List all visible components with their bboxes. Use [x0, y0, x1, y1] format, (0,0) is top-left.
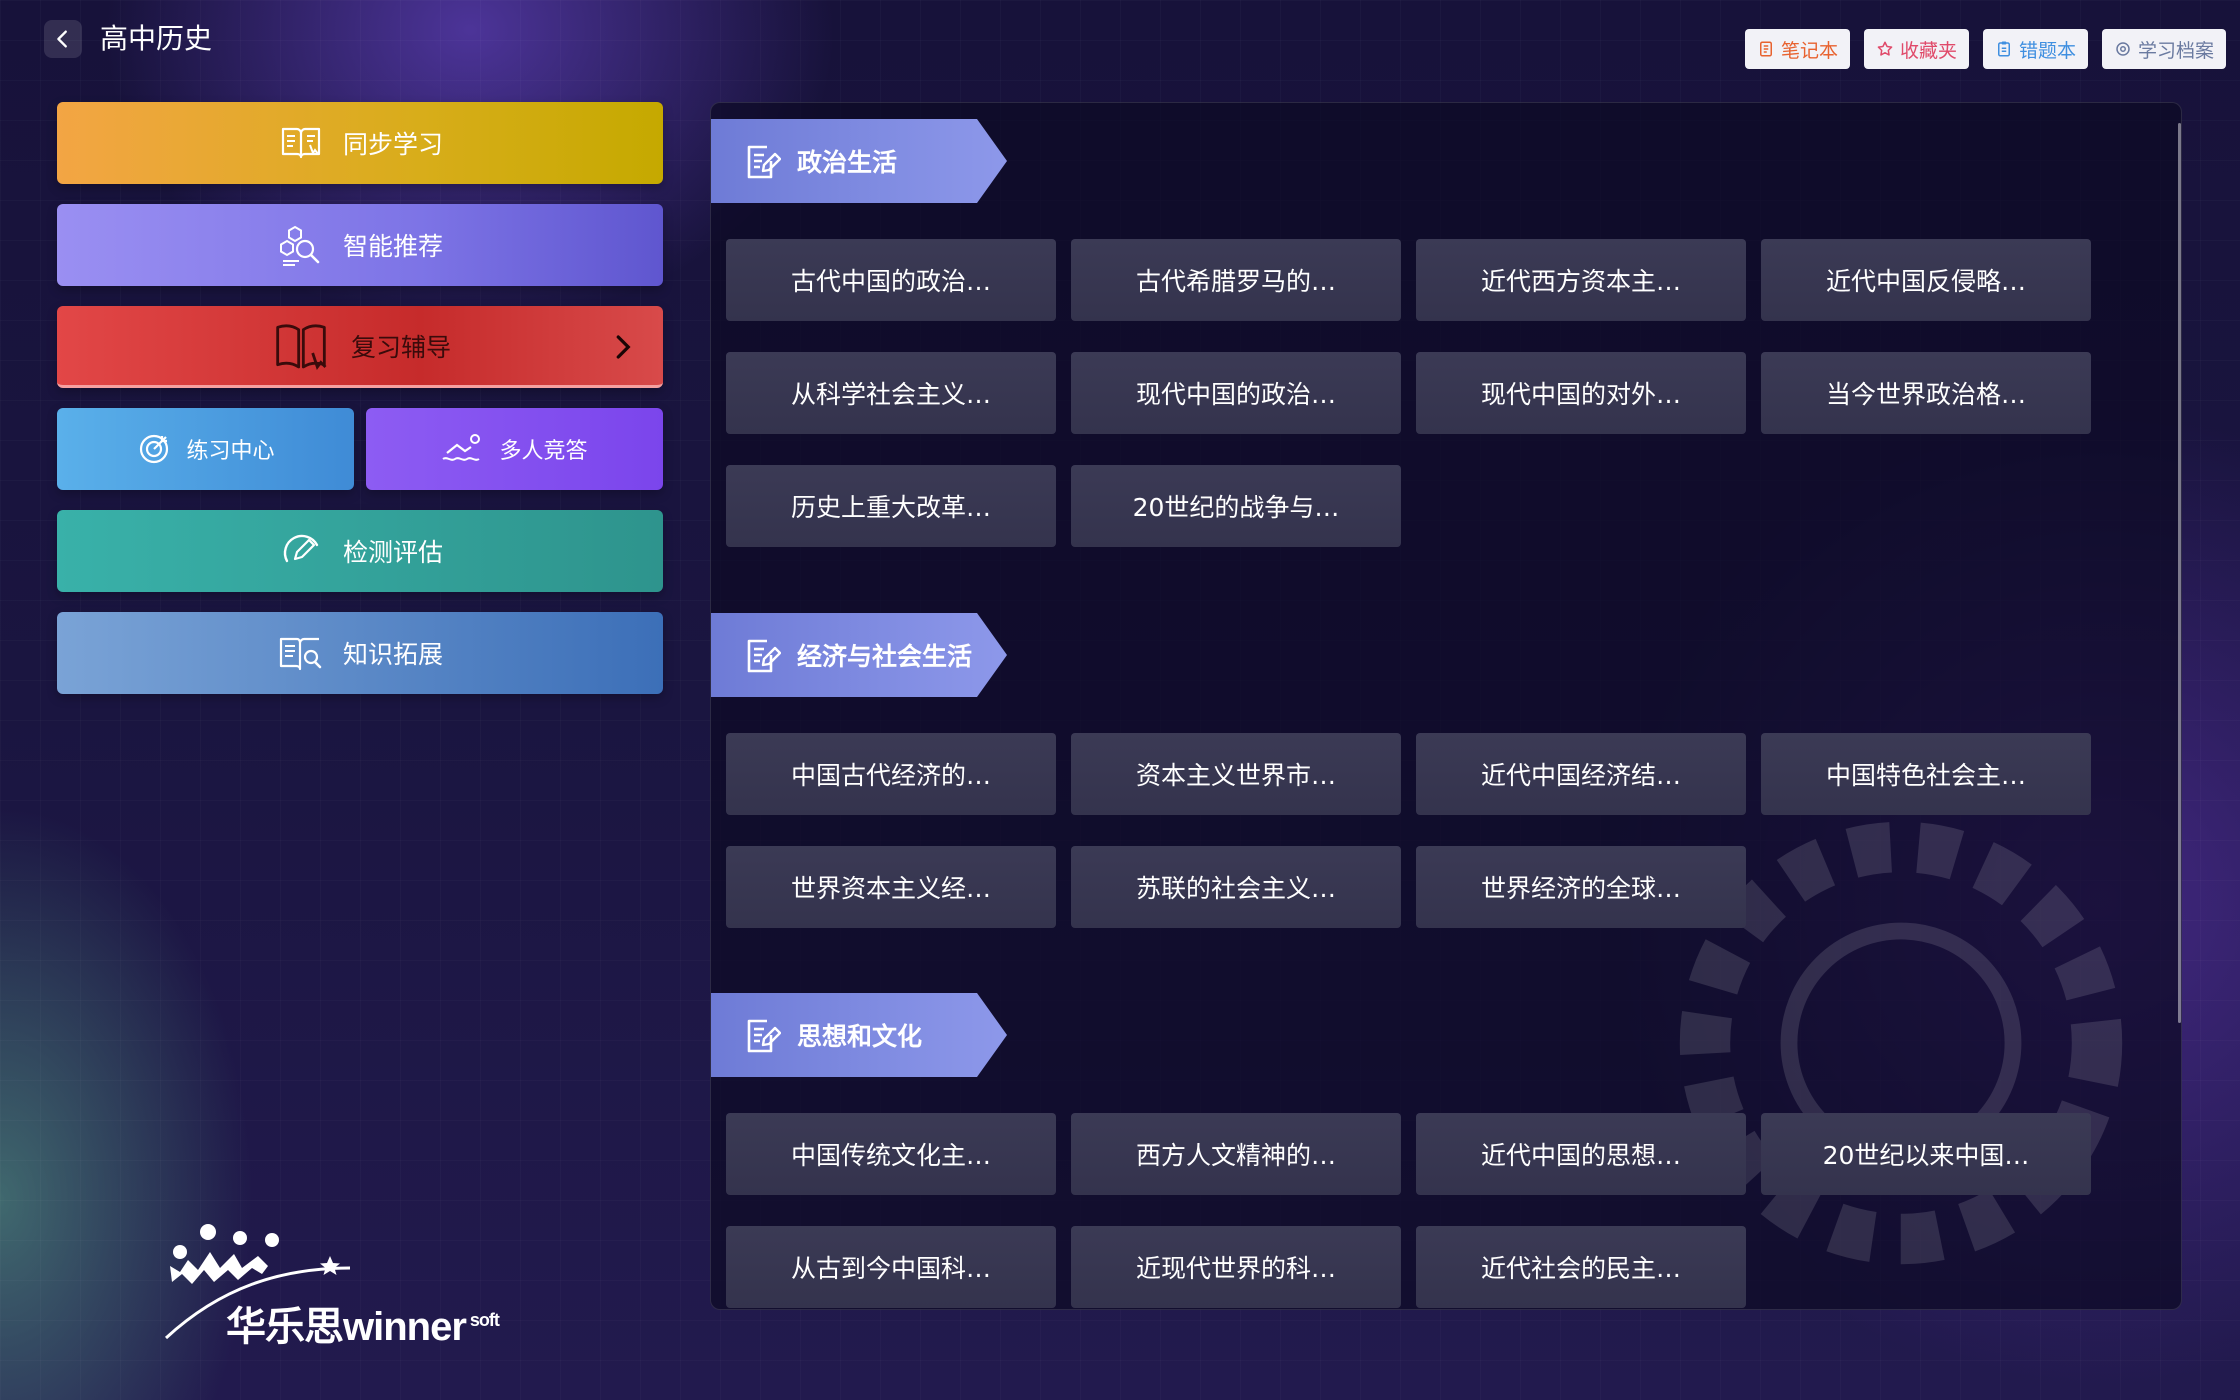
learning-record-label: 学习档案: [2137, 39, 2214, 62]
topic-card[interactable]: 20世纪的战争与…: [1071, 465, 1401, 547]
topic-card[interactable]: 资本主义世界市…: [1071, 733, 1401, 815]
top-toolbar: 笔记本 收藏夹 错题本 学习档案: [1744, 29, 2226, 69]
topic-card[interactable]: 中国古代经济的…: [726, 733, 1056, 815]
section-culture: 思想和文化 中国传统文化主… 西方人文精神的… 近代中国的思想… 20世纪以来中…: [711, 993, 2181, 1308]
menu-split-row: 练习中心 多人竞答: [57, 408, 663, 490]
smart-recommend-label: 智能推荐: [342, 232, 443, 261]
topic-grid: 中国古代经济的… 资本主义世界市… 近代中国经济结… 中国特色社会主… 世界资本…: [726, 733, 2181, 928]
book-search-icon: [279, 637, 322, 671]
section-economy: 经济与社会生活 中国古代经济的… 资本主义世界市… 近代中国经济结… 中国特色社…: [711, 613, 2181, 928]
logo-brand: winner: [343, 1305, 467, 1349]
topic-card[interactable]: 从科学社会主义…: [726, 352, 1056, 434]
record-icon: [2116, 42, 2130, 56]
topic-card[interactable]: 近代中国反侵略…: [1761, 239, 2091, 321]
topic-card[interactable]: 中国传统文化主…: [726, 1113, 1056, 1195]
section-title: 政治生活: [797, 148, 898, 177]
topic-card[interactable]: 苏联的社会主义…: [1071, 846, 1401, 928]
topic-card[interactable]: 现代中国的对外…: [1416, 352, 1746, 434]
pencil-circle-icon: [283, 534, 319, 563]
clipboard-icon: [1997, 41, 2010, 57]
topic-card[interactable]: 古代希腊罗马的…: [1071, 239, 1401, 321]
section-title: 思想和文化: [797, 1022, 923, 1051]
topic-card[interactable]: 20世纪以来中国…: [1761, 1113, 2091, 1195]
target-icon: [140, 434, 169, 464]
wrong-questions-label: 错题本: [2018, 39, 2076, 62]
brand-logo: 华乐思winner soft: [160, 1218, 540, 1349]
book-reading-icon: [281, 127, 321, 159]
edit-document-icon: [747, 1019, 781, 1053]
topic-card[interactable]: 世界资本主义经…: [726, 846, 1056, 928]
section-title: 经济与社会生活: [797, 642, 973, 671]
topic-card[interactable]: 世界经济的全球…: [1416, 846, 1746, 928]
favorites-label: 收藏夹: [1899, 39, 1957, 62]
assessment-label: 检测评估: [342, 538, 443, 567]
topic-card[interactable]: 从古到今中国科…: [726, 1226, 1056, 1308]
practice-center-label: 练习中心: [186, 439, 275, 464]
left-menu: 同步学习 智能推荐 复习辅导 练习中心 多人竞答 检测评估 知识拓展: [57, 102, 663, 714]
topic-card[interactable]: 历史上重大改革…: [726, 465, 1056, 547]
multi-player-label: 多人竞答: [499, 439, 588, 464]
notebook-label: 笔记本: [1780, 39, 1838, 62]
review-tutoring-button[interactable]: 复习辅导: [57, 306, 663, 388]
logo-wordmark: 华乐思winner soft: [226, 1294, 500, 1352]
star-icon: [1877, 41, 1893, 56]
sync-learning-button[interactable]: 同步学习: [57, 102, 663, 184]
topic-card[interactable]: 近代中国的思想…: [1416, 1113, 1746, 1195]
favorites-button[interactable]: 收藏夹: [1863, 29, 1969, 69]
edit-document-icon: [747, 145, 781, 179]
knowledge-expand-label: 知识拓展: [342, 640, 443, 669]
notebook-button[interactable]: 笔记本: [1744, 29, 1850, 69]
multi-player-button[interactable]: 多人竞答: [366, 408, 663, 490]
knowledge-expand-button[interactable]: 知识拓展: [57, 612, 663, 694]
topic-card[interactable]: 近现代世界的科…: [1071, 1226, 1401, 1308]
topic-card[interactable]: 中国特色社会主…: [1761, 733, 2091, 815]
logo-name: 华乐思: [226, 1305, 344, 1349]
course-content-panel: 政治生活 古代中国的政治… 古代希腊罗马的… 近代西方资本主… 近代中国反侵略……: [710, 102, 2182, 1310]
logo-soft: soft: [469, 1309, 500, 1330]
topic-card[interactable]: 近代中国经济结…: [1416, 733, 1746, 815]
section-header: 经济与社会生活: [711, 613, 1007, 697]
assessment-button[interactable]: 检测评估: [57, 510, 663, 592]
sync-learning-label: 同步学习: [342, 130, 443, 159]
open-book-icon: [276, 323, 327, 370]
topic-card[interactable]: 当今世界政治格…: [1761, 352, 2091, 434]
topic-grid: 古代中国的政治… 古代希腊罗马的… 近代西方资本主… 近代中国反侵略… 从科学社…: [726, 239, 2181, 547]
section-header: 思想和文化: [711, 993, 1007, 1077]
learning-record-button[interactable]: 学习档案: [2101, 29, 2226, 69]
topic-card[interactable]: 古代中国的政治…: [726, 239, 1056, 321]
topic-card[interactable]: 近代西方资本主…: [1416, 239, 1746, 321]
page-title: 高中历史: [100, 22, 213, 55]
topic-card[interactable]: 西方人文精神的…: [1071, 1113, 1401, 1195]
wrong-questions-button[interactable]: 错题本: [1982, 29, 2088, 69]
chevron-right-icon: [616, 335, 631, 359]
section-politics: 政治生活 古代中国的政治… 古代希腊罗马的… 近代西方资本主… 近代中国反侵略……: [711, 119, 2181, 547]
topic-grid: 中国传统文化主… 西方人文精神的… 近代中国的思想… 20世纪以来中国… 从古到…: [726, 1113, 2181, 1308]
review-tutoring-label: 复习辅导: [350, 332, 451, 362]
chevron-left-icon: [57, 30, 67, 48]
edit-document-icon: [747, 639, 781, 673]
topic-card[interactable]: 近代社会的民主…: [1416, 1226, 1746, 1308]
smart-recommend-button[interactable]: 智能推荐: [57, 204, 663, 286]
practice-center-button[interactable]: 练习中心: [57, 408, 354, 490]
topic-card[interactable]: 现代中国的政治…: [1071, 352, 1401, 434]
section-header: 政治生活: [711, 119, 1007, 203]
swimmer-icon: [442, 434, 481, 461]
back-button[interactable]: [44, 20, 82, 58]
notebook-icon: [1759, 41, 1772, 57]
hexagon-search-icon: [279, 225, 320, 266]
